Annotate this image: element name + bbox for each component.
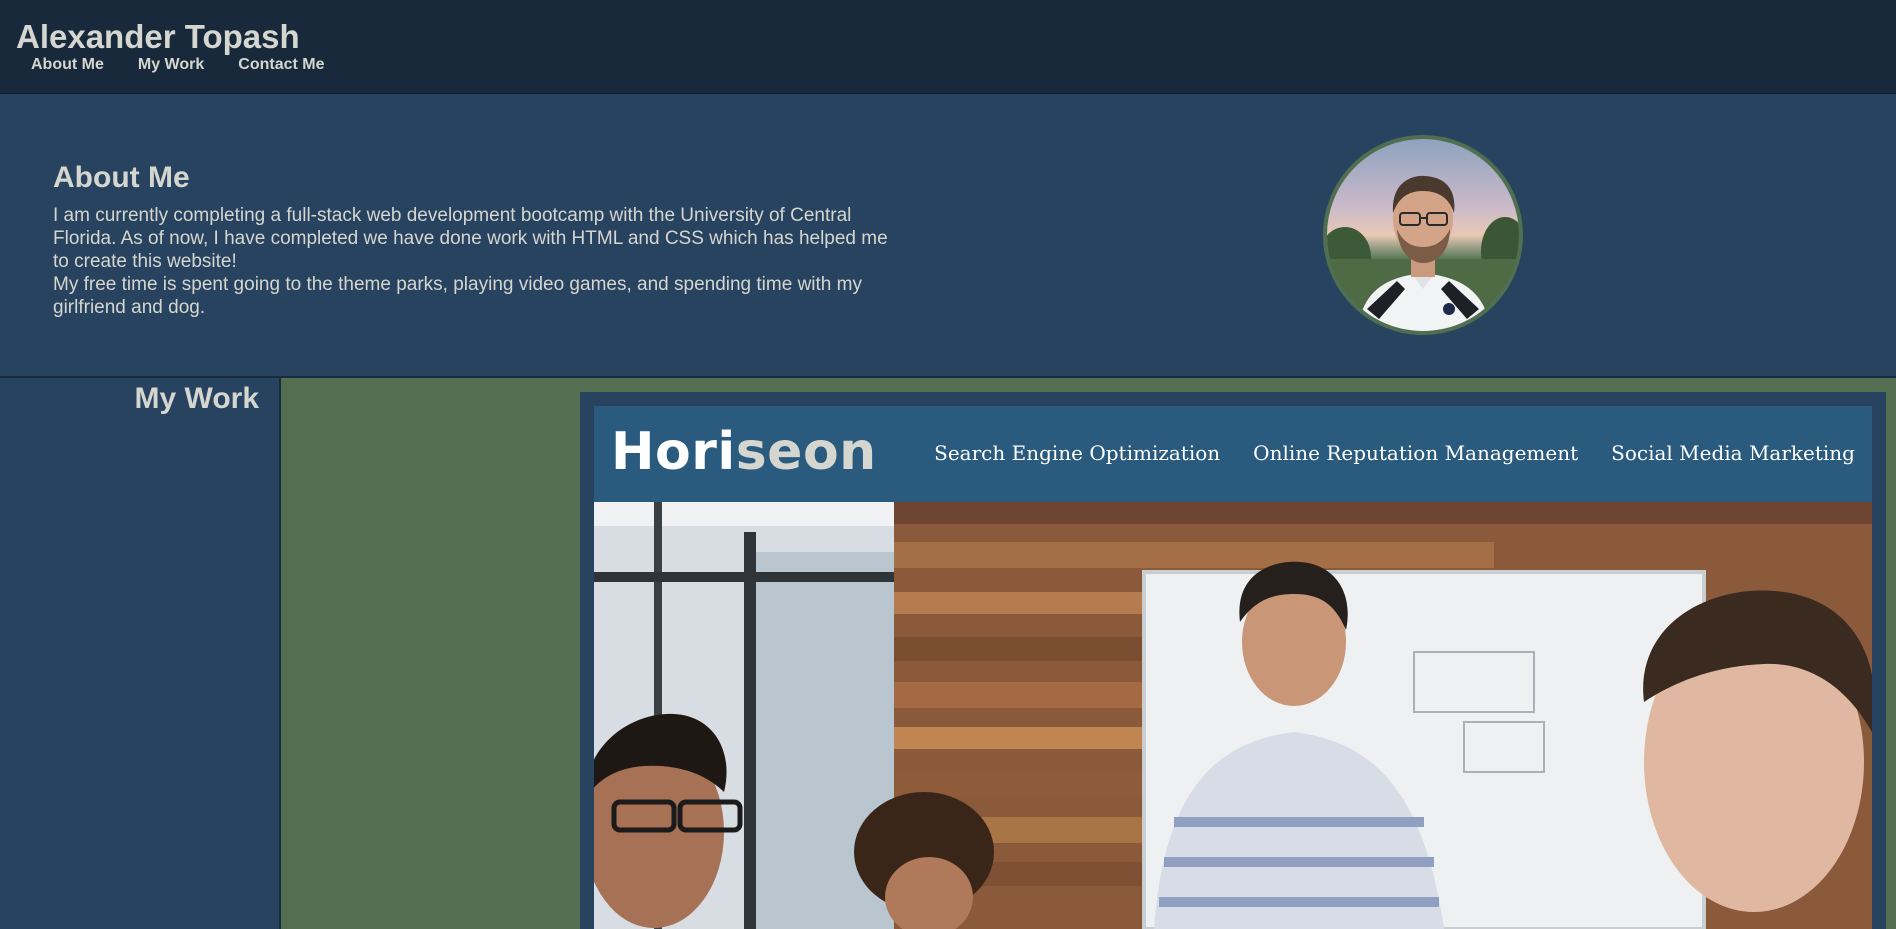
site-title: Alexander Topash: [16, 18, 300, 55]
about-paragraph-1: I am currently completing a full-stack w…: [53, 205, 888, 272]
about-text: I am currently completing a full-stack w…: [53, 204, 893, 319]
profile-photo-illustration: [1327, 175, 1519, 331]
nav-about-me[interactable]: About Me: [31, 55, 104, 75]
project-nav-reputation[interactable]: Online Reputation Management: [1253, 440, 1578, 466]
project-screenshot[interactable]: Horiseon Search Engine Optimization Onli…: [594, 406, 1872, 929]
project-nav: Search Engine Optimization Online Reputa…: [934, 440, 1855, 466]
about-section: About Me I am currently completing a ful…: [0, 94, 1896, 378]
profile-photo: [1323, 135, 1523, 335]
brand-main: Hori: [611, 422, 736, 482]
project-header-bar: Horiseon Search Engine Optimization Onli…: [594, 406, 1872, 502]
about-paragraph-2: My free time is spent going to the theme…: [53, 274, 862, 318]
main-nav: About Me My Work Contact Me: [31, 55, 325, 75]
my-work-title: My Work: [134, 382, 259, 415]
about-title: About Me: [53, 161, 190, 194]
site-header: Alexander Topash About Me My Work Contac…: [0, 0, 1896, 94]
project-brand-logo: Horiseon: [611, 422, 877, 482]
nav-contact-me[interactable]: Contact Me: [238, 55, 324, 75]
project-card-horiseon[interactable]: Horiseon Search Engine Optimization Onli…: [580, 392, 1886, 929]
brand-accent: seon: [735, 422, 877, 482]
my-work-sidebar: My Work: [0, 378, 281, 929]
project-nav-social[interactable]: Social Media Marketing: [1611, 440, 1855, 466]
team-meeting-photo: [594, 502, 1872, 929]
nav-my-work[interactable]: My Work: [138, 55, 204, 75]
project-nav-seo[interactable]: Search Engine Optimization: [934, 440, 1220, 466]
